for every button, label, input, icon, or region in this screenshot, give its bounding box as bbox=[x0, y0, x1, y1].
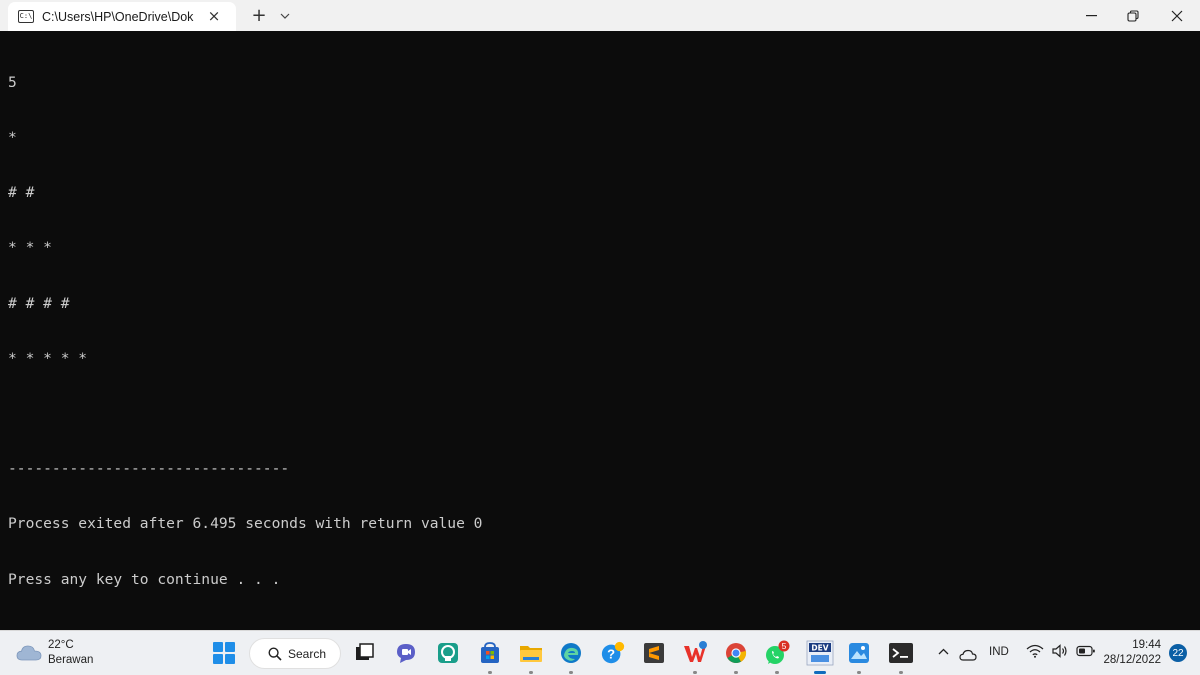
terminal-icon bbox=[889, 643, 913, 663]
weather-temperature: 22°C bbox=[48, 639, 74, 651]
close-tab-button[interactable]: × bbox=[206, 8, 222, 24]
edge-button[interactable] bbox=[558, 640, 584, 674]
chrome-button[interactable] bbox=[723, 640, 749, 674]
running-indicator bbox=[488, 671, 492, 674]
onedrive-icon bbox=[959, 649, 977, 661]
app-icon bbox=[438, 643, 458, 663]
weather-condition: Berawan bbox=[48, 654, 94, 666]
console-line: * bbox=[8, 129, 17, 147]
pinned-app-button[interactable] bbox=[435, 640, 461, 666]
wifi-icon bbox=[1026, 644, 1044, 658]
task-view-icon bbox=[356, 643, 374, 660]
onedrive-button[interactable] bbox=[959, 646, 977, 661]
command-prompt-icon: C:\ bbox=[18, 10, 34, 23]
console-line: # # bbox=[8, 184, 35, 202]
active-indicator bbox=[814, 671, 826, 674]
new-tab-button[interactable]: + bbox=[244, 0, 274, 31]
close-icon bbox=[1171, 10, 1183, 21]
press-any-key-prompt: Press any key to continue . . . bbox=[8, 570, 281, 588]
cloud-icon bbox=[16, 644, 42, 662]
running-indicator bbox=[734, 671, 738, 674]
sublime-text-button[interactable] bbox=[641, 640, 667, 666]
show-hidden-icons-button[interactable] bbox=[938, 644, 949, 658]
running-indicator bbox=[899, 671, 903, 674]
file-explorer-button[interactable] bbox=[518, 640, 544, 674]
title-bar: C:\ C:\Users\HP\OneDrive\Dokur × + bbox=[0, 0, 1200, 31]
taskbar: 22°C Berawan Search ? 5 DEV IND 19:44 28… bbox=[0, 630, 1200, 675]
edge-icon bbox=[561, 643, 581, 663]
tab-dropdown-button[interactable] bbox=[274, 0, 296, 31]
running-indicator bbox=[857, 671, 861, 674]
running-indicator bbox=[775, 671, 779, 674]
chrome-icon bbox=[726, 643, 747, 664]
tab-title: C:\Users\HP\OneDrive\Dokur bbox=[42, 9, 194, 24]
windows-logo-icon bbox=[225, 654, 235, 664]
whatsapp-badge: 5 bbox=[782, 641, 787, 651]
console-line: 5 bbox=[8, 73, 17, 91]
clock-button[interactable]: 19:44 28/12/2022 bbox=[1103, 638, 1161, 668]
help-icon: ? bbox=[601, 641, 625, 664]
window-controls bbox=[1070, 0, 1200, 31]
start-button[interactable] bbox=[213, 642, 235, 664]
weather-widget[interactable]: 22°C Berawan bbox=[16, 638, 93, 668]
console-line: # # # # bbox=[8, 294, 70, 312]
terminal-button[interactable] bbox=[888, 640, 914, 674]
chevron-up-icon bbox=[938, 648, 949, 655]
svg-text:?: ? bbox=[607, 647, 615, 662]
search-icon bbox=[268, 646, 282, 661]
battery-icon bbox=[1076, 645, 1095, 657]
photos-icon bbox=[849, 643, 869, 663]
running-indicator bbox=[693, 671, 697, 674]
whatsapp-icon: 5 bbox=[766, 640, 790, 664]
wps-office-icon bbox=[684, 641, 707, 662]
wps-office-button[interactable] bbox=[682, 640, 708, 674]
console-output[interactable]: 5 * # # * * * # # # # * * * * * --------… bbox=[0, 31, 1200, 630]
chevron-down-icon bbox=[280, 13, 290, 19]
input-language-button[interactable]: IND bbox=[989, 646, 1009, 658]
dev-cpp-label: DEV bbox=[811, 644, 828, 653]
console-line: * * * * * bbox=[8, 349, 88, 367]
search-label: Search bbox=[288, 646, 327, 661]
terminal-tab[interactable]: C:\ C:\Users\HP\OneDrive\Dokur × bbox=[8, 2, 236, 31]
close-window-button[interactable] bbox=[1154, 0, 1200, 31]
windows-logo-icon bbox=[213, 654, 223, 664]
microsoft-store-button[interactable] bbox=[477, 640, 503, 674]
chat-button[interactable] bbox=[393, 640, 419, 666]
dev-cpp-icon: DEV bbox=[806, 640, 834, 666]
windows-logo-icon bbox=[225, 642, 235, 652]
separator-line: -------------------------------- bbox=[8, 460, 290, 478]
clock-time: 19:44 bbox=[1132, 639, 1161, 651]
photos-button[interactable] bbox=[846, 640, 872, 674]
minimize-button[interactable] bbox=[1070, 0, 1112, 31]
whatsapp-button[interactable]: 5 bbox=[764, 640, 790, 674]
help-button[interactable]: ? bbox=[600, 640, 626, 666]
windows-logo-icon bbox=[213, 642, 223, 652]
sublime-text-icon bbox=[644, 643, 664, 663]
clock-date: 28/12/2022 bbox=[1103, 654, 1161, 666]
taskbar-search[interactable]: Search bbox=[249, 638, 341, 669]
process-exit-message: Process exited after 6.495 seconds with … bbox=[8, 515, 483, 533]
minimize-icon bbox=[1085, 14, 1097, 16]
dev-cpp-button[interactable]: DEV bbox=[805, 640, 835, 674]
running-indicator bbox=[529, 671, 533, 674]
file-explorer-icon bbox=[520, 646, 542, 662]
running-indicator bbox=[569, 671, 573, 674]
task-view-button[interactable] bbox=[352, 640, 378, 666]
restore-button[interactable] bbox=[1112, 0, 1154, 31]
console-line: * * * bbox=[8, 239, 52, 257]
microsoft-store-icon bbox=[481, 642, 499, 663]
volume-icon bbox=[1052, 644, 1067, 658]
notifications-badge[interactable]: 22 bbox=[1169, 644, 1187, 662]
chat-icon bbox=[397, 644, 415, 663]
quick-settings-button[interactable] bbox=[1026, 644, 1096, 658]
restore-icon bbox=[1127, 9, 1139, 22]
